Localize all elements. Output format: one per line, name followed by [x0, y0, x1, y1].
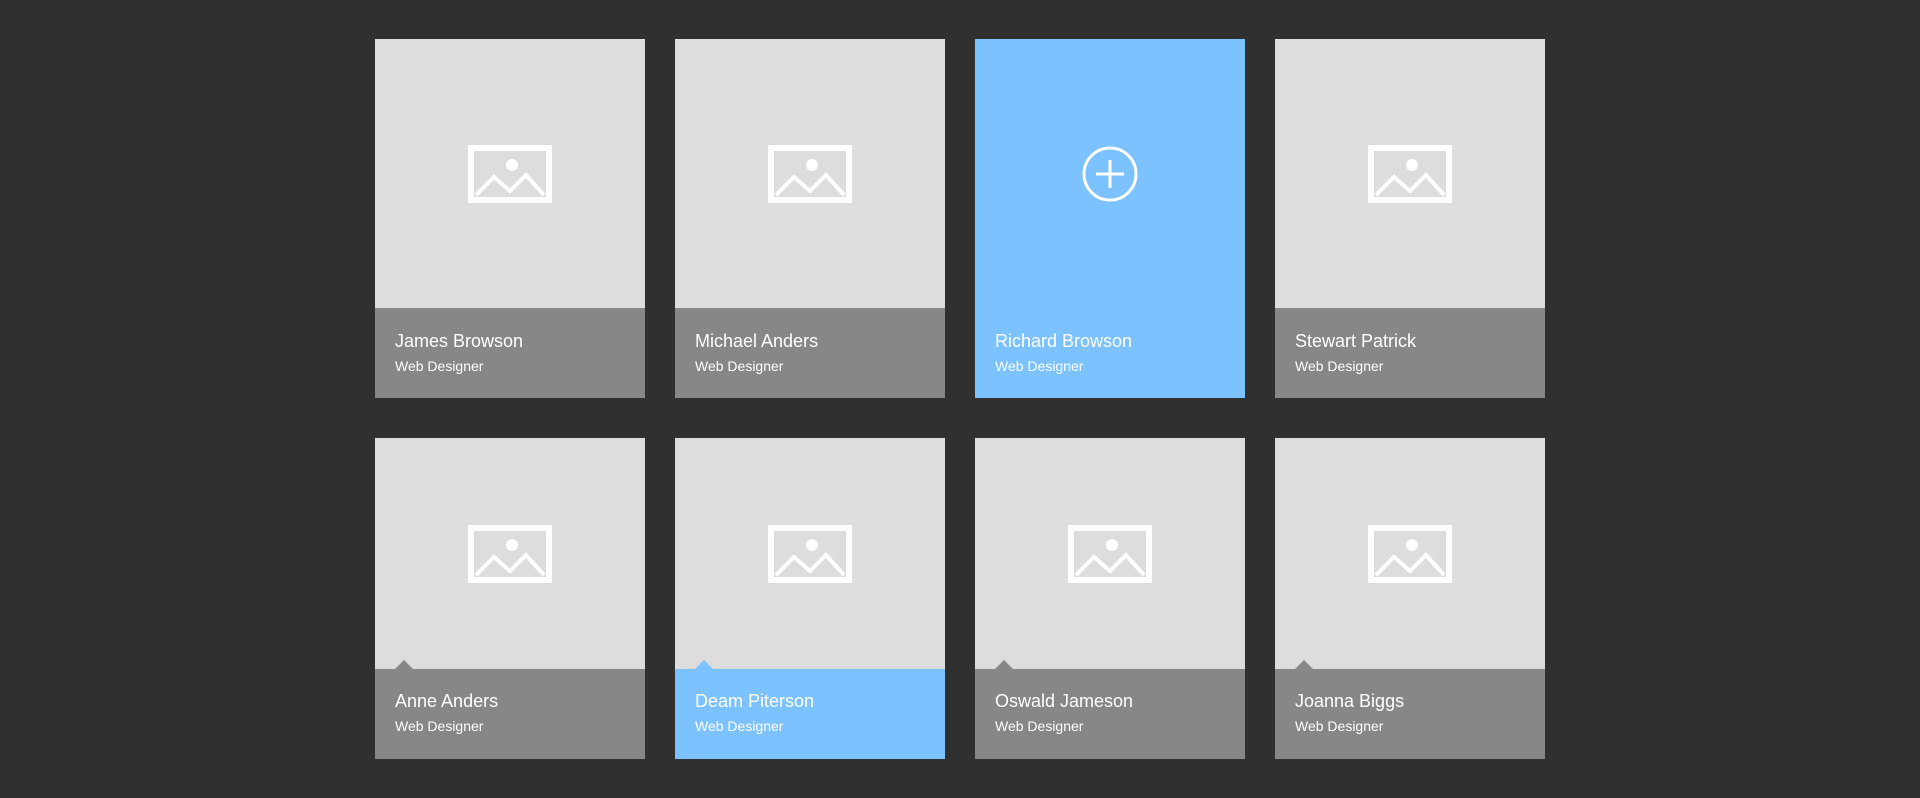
team-card-oswald-jameson[interactable]: Oswald Jameson Web Designer	[975, 438, 1245, 759]
card-thumbnail	[975, 438, 1245, 669]
member-role: Web Designer	[395, 718, 484, 734]
member-role: Web Designer	[1295, 718, 1384, 734]
card-thumbnail	[675, 438, 945, 669]
image-placeholder-icon	[768, 524, 852, 583]
card-info: Stewart Patrick Web Designer	[1275, 308, 1545, 398]
team-grid-page: James Browson Web Designer Michael Ander…	[0, 0, 1920, 798]
team-card-joanna-biggs[interactable]: Joanna Biggs Web Designer	[1275, 438, 1545, 759]
card-info: Michael Anders Web Designer	[675, 308, 945, 398]
image-placeholder-icon	[1068, 524, 1152, 583]
card-info: James Browson Web Designer	[375, 308, 645, 398]
image-placeholder-icon	[1368, 144, 1452, 203]
caret-up-icon	[1295, 660, 1313, 669]
card-info: Richard Browson Web Designer	[975, 308, 1245, 398]
member-role: Web Designer	[695, 718, 784, 734]
card-row-1: James Browson Web Designer Michael Ander…	[375, 39, 1545, 398]
member-name: Richard Browson	[995, 331, 1133, 351]
member-name: Joanna Biggs	[1295, 691, 1405, 711]
member-role: Web Designer	[1295, 358, 1384, 374]
card-info: Deam Piterson Web Designer	[675, 660, 945, 759]
team-card-anne-anders[interactable]: Anne Anders Web Designer	[375, 438, 645, 759]
team-card-deam-piterson[interactable]: Deam Piterson Web Designer	[675, 438, 945, 759]
team-card-james-browson[interactable]: James Browson Web Designer	[375, 39, 645, 398]
member-name: Deam Piterson	[695, 691, 815, 711]
team-card-grid: James Browson Web Designer Michael Ander…	[375, 39, 1545, 759]
caret-up-icon	[695, 660, 713, 669]
image-placeholder-icon	[468, 144, 552, 203]
member-role: Web Designer	[695, 358, 784, 374]
member-name: Michael Anders	[695, 331, 819, 351]
card-thumbnail	[1275, 39, 1545, 308]
card-thumbnail	[1275, 438, 1545, 669]
team-card-michael-anders[interactable]: Michael Anders Web Designer	[675, 39, 945, 398]
team-card-richard-browson[interactable]: Richard Browson Web Designer	[975, 39, 1245, 398]
card-thumbnail-hover	[975, 39, 1245, 308]
card-info: Oswald Jameson Web Designer	[975, 660, 1245, 759]
team-card-stewart-patrick[interactable]: Stewart Patrick Web Designer	[1275, 39, 1545, 398]
member-name: Stewart Patrick	[1295, 331, 1417, 351]
card-row-2: Anne Anders Web Designer Deam Piterson W…	[375, 438, 1545, 759]
card-thumbnail	[375, 438, 645, 669]
caret-up-icon	[395, 660, 413, 669]
member-name: James Browson	[395, 331, 524, 351]
caret-up-icon	[995, 660, 1013, 669]
card-info: Anne Anders Web Designer	[375, 660, 645, 759]
card-thumbnail	[375, 39, 645, 308]
member-name: Anne Anders	[395, 691, 499, 711]
member-role: Web Designer	[395, 358, 484, 374]
image-placeholder-icon	[468, 524, 552, 583]
card-info: Joanna Biggs Web Designer	[1275, 660, 1545, 759]
member-name: Oswald Jameson	[995, 691, 1134, 711]
image-placeholder-icon	[1368, 524, 1452, 583]
member-role: Web Designer	[995, 358, 1084, 374]
add-circle-icon[interactable]	[1081, 145, 1139, 203]
image-placeholder-icon	[768, 144, 852, 203]
member-role: Web Designer	[995, 718, 1084, 734]
card-thumbnail	[675, 39, 945, 308]
